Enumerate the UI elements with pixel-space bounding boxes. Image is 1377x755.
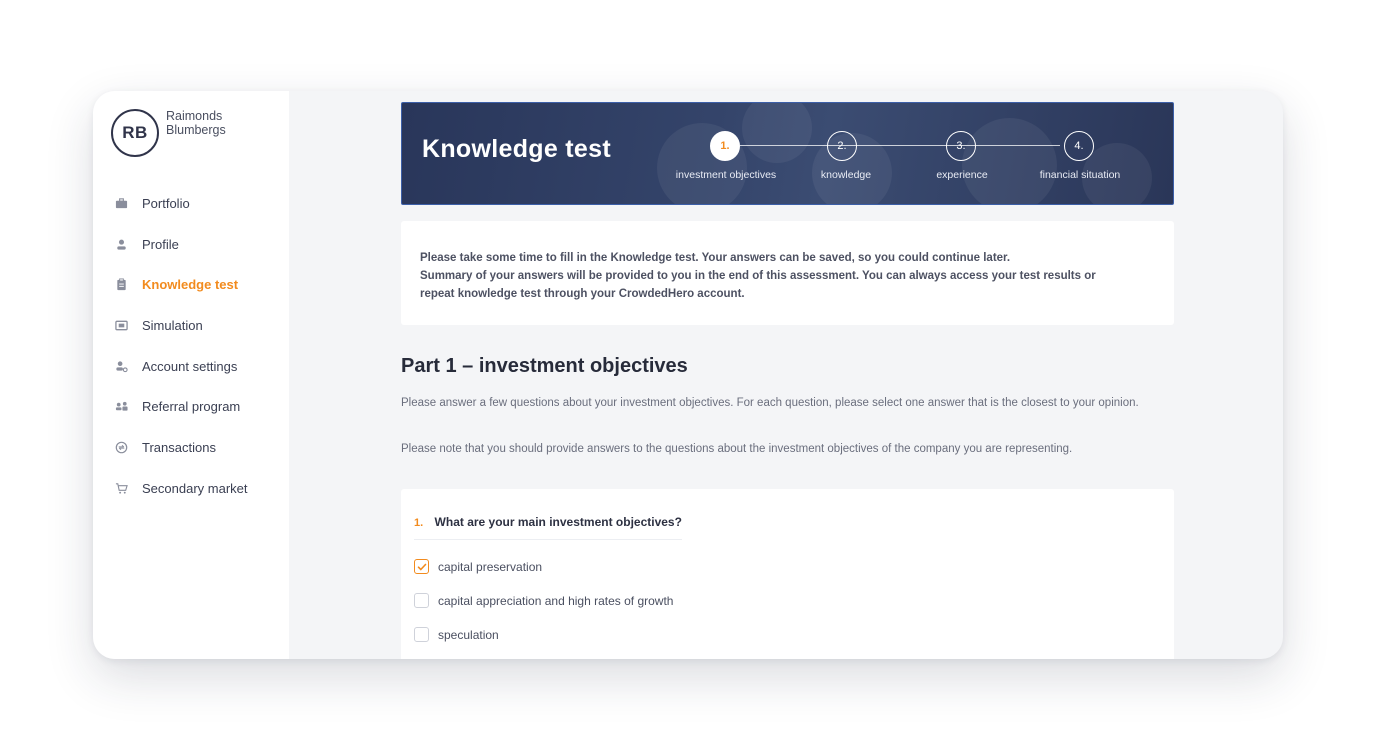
person-icon [114,237,128,251]
sidebar-item-label: Knowledge test [142,277,239,293]
sidebar-item-account-settings[interactable]: Account settings [93,346,289,387]
knowledge-test-banner: Knowledge test 1. investment objectives … [401,102,1174,205]
user-name: Raimonds Blumbergs [166,109,226,137]
intro-text: repeat knowledge test through your Crowd… [420,288,745,300]
monitor-icon [114,318,128,332]
user-settings-icon [114,359,128,373]
option-label: capital preservation [438,559,543,574]
sidebar-item-label: Transactions [142,439,216,455]
step-label: experience [936,169,988,181]
part-description: Please answer a few questions about your… [401,397,1139,409]
page-title: Knowledge test [422,135,611,163]
question-heading: 1. What are your main investment objecti… [414,515,682,540]
step-knowledge[interactable]: 2. [827,131,857,161]
sidebar-item-portfolio[interactable]: Portfolio [93,183,289,224]
option-capital-preservation[interactable]: capital preservation [414,559,542,574]
sidebar-item-simulation[interactable]: Simulation [93,305,289,346]
sidebar-item-label: Portfolio [142,195,190,211]
check-icon [417,563,426,571]
app-window: RB Raimonds Blumbergs Portfolio Profile [93,91,1283,659]
sidebar-item-referral-program[interactable]: Referral program [93,386,289,427]
option-speculation[interactable]: speculation [414,627,499,642]
part-note: Please note that you should provide answ… [401,443,1073,455]
users-icon [114,400,128,414]
option-capital-appreciation[interactable]: capital appreciation and high rates of g… [414,593,673,608]
briefcase-icon [114,196,128,210]
sidebar-item-label: Referral program [142,399,241,415]
step-financial-situation[interactable]: 4. [1064,131,1094,161]
sidebar-item-secondary-market[interactable]: Secondary market [93,468,289,509]
avatar[interactable]: RB [111,109,159,157]
intro-card: Please take some time to fill in the Kno… [401,221,1174,325]
step-investment-objectives[interactable]: 1. [710,131,740,161]
checkbox-checked[interactable] [414,559,429,574]
question-number: 1. [414,517,424,529]
question-card: 1. What are your main investment objecti… [401,489,1174,659]
sidebar-item-transactions[interactable]: Transactions [93,427,289,468]
sidebar-item-label: Profile [142,236,179,252]
checkbox[interactable] [414,593,429,608]
sidebar-item-label: Simulation [142,317,203,333]
step-label: knowledge [820,169,872,181]
step-label: investment objectives [675,169,777,181]
user-first-name: Raimonds [166,109,223,123]
main-content: Knowledge test 1. investment objectives … [289,91,1283,659]
clipboard-icon [114,278,128,292]
step-experience[interactable]: 3. [946,131,976,161]
sidebar-item-label: Secondary market [142,480,248,496]
sidebar: RB Raimonds Blumbergs Portfolio Profile [93,91,289,659]
progress-stepper: 1. investment objectives 2. knowledge 3.… [670,127,1130,187]
step-label: financial situation [1039,169,1121,181]
sidebar-nav: Portfolio Profile Knowledge test Simulat… [93,183,289,509]
cart-icon [114,481,128,495]
user-last-name: Blumbergs [166,123,226,137]
option-label: speculation [438,627,499,642]
part-title: Part 1 – investment objectives [401,355,688,377]
question-text: What are your main investment objectives… [434,515,682,529]
option-label: capital appreciation and high rates of g… [438,593,674,608]
intro-text: Please take some time to fill in the Kno… [420,252,1011,264]
intro-text: Summary of your answers will be provided… [420,270,1096,282]
sidebar-item-knowledge-test[interactable]: Knowledge test [93,264,289,305]
sidebar-item-label: Account settings [142,358,238,374]
circle-transaction-icon [114,440,128,454]
stepper-line [740,145,1060,146]
checkbox[interactable] [414,627,429,642]
sidebar-item-profile[interactable]: Profile [93,224,289,265]
